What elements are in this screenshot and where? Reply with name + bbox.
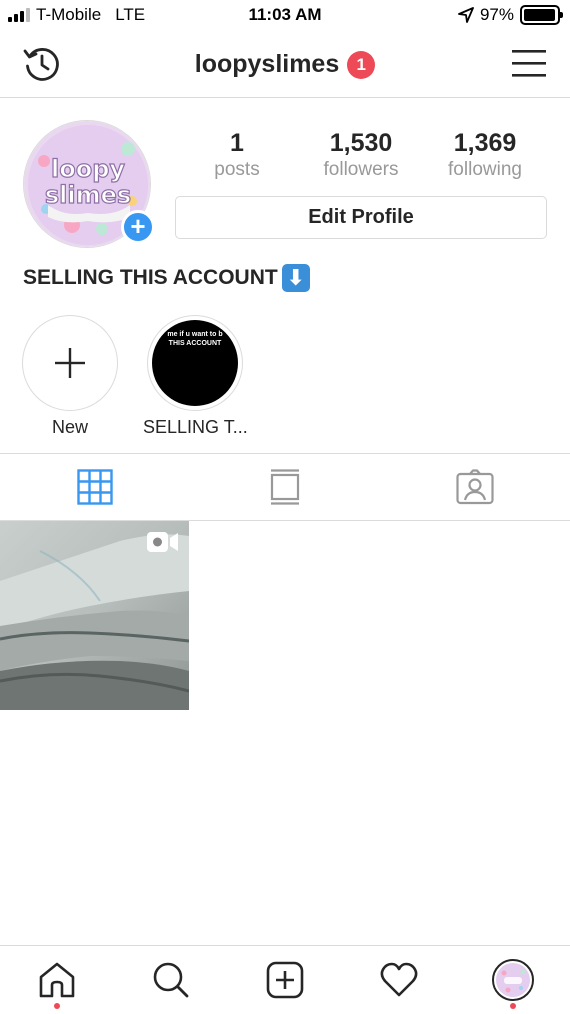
tab-grid[interactable] (0, 454, 190, 520)
highlight-selling-label: SELLING T... (143, 417, 248, 437)
highlight-new-label: New (51, 417, 88, 437)
stat-posts-label: posts (214, 159, 260, 180)
profile-stats: 1 posts 1,530 followers 1,369 following (175, 128, 547, 182)
stat-following-value: 1,369 (453, 129, 517, 157)
bio-text: SELLING THIS ACCOUNT (23, 266, 278, 289)
stat-following[interactable]: 1,369 following (423, 128, 547, 182)
tab-feed[interactable] (190, 454, 380, 520)
stat-following-label: following (448, 159, 522, 180)
stat-posts-value: 1 (230, 129, 244, 157)
notification-badge[interactable]: 1 (347, 50, 376, 79)
add-post-icon (266, 961, 304, 999)
heart-icon (380, 962, 418, 997)
nav-new-post[interactable] (228, 946, 342, 1014)
profile-bio: SELLING THIS ACCOUNT ⬇ (23, 264, 310, 292)
menu-icon[interactable] (512, 48, 546, 78)
edit-profile-button[interactable]: Edit Profile (175, 196, 547, 239)
feed-icon (270, 469, 300, 505)
stat-followers[interactable]: 1,530 followers (299, 128, 423, 182)
avatar-text-line2: slimes (45, 181, 131, 209)
battery-fill (524, 9, 556, 21)
location-arrow-icon (458, 7, 474, 23)
profile-notification-dot (510, 1003, 516, 1009)
tagged-icon (456, 469, 494, 505)
highlight-selling-circle: me if u want to b THIS ACCOUNT (147, 315, 243, 411)
stat-posts[interactable]: 1 posts (175, 128, 299, 182)
highlight-cover: me if u want to b THIS ACCOUNT (152, 320, 238, 406)
plus-icon (55, 348, 85, 378)
battery-icon (520, 5, 563, 25)
status-bar: T-Mobile LTE 11:03 AM 97% (0, 0, 570, 32)
home-icon (39, 962, 75, 998)
video-icon (147, 532, 178, 552)
nav-home[interactable] (0, 946, 114, 1014)
status-right: 97% (458, 5, 563, 25)
highlight-selling[interactable]: me if u want to b THIS ACCOUNT SELLING T… (143, 315, 248, 438)
bottom-navigation (0, 945, 570, 1014)
mini-avatar-logo (496, 963, 530, 997)
highlight-cover-text-2: THIS ACCOUNT (168, 340, 222, 347)
down-arrow-emoji: ⬇ (281, 264, 310, 292)
nav-activity[interactable] (342, 946, 456, 1014)
post-thumbnail[interactable] (0, 521, 189, 710)
tab-tagged[interactable] (380, 454, 570, 520)
grid-icon (77, 469, 113, 505)
avatar-text-line1: loopy (51, 155, 125, 183)
profile-avatar[interactable]: loopy slimes + (23, 120, 155, 248)
profile-tabs (0, 453, 570, 521)
nav-profile[interactable] (456, 946, 570, 1014)
username-title[interactable]: loopyslimes (195, 50, 340, 79)
search-icon (153, 962, 189, 998)
add-story-button[interactable]: + (121, 210, 155, 244)
profile-avatar-icon (492, 959, 534, 1001)
battery-percent: 97% (479, 5, 514, 24)
profile-header-bar: loopyslimes 1 (0, 32, 570, 98)
highlight-cover-text-1: me if u want to b (167, 331, 223, 338)
home-notification-dot (54, 1003, 60, 1009)
highlight-new-circle (22, 315, 118, 411)
stat-followers-value: 1,530 (329, 129, 393, 157)
nav-search[interactable] (114, 946, 228, 1014)
stat-followers-label: followers (323, 159, 399, 180)
highlight-new[interactable]: New (18, 315, 122, 438)
posts-grid (0, 521, 570, 710)
